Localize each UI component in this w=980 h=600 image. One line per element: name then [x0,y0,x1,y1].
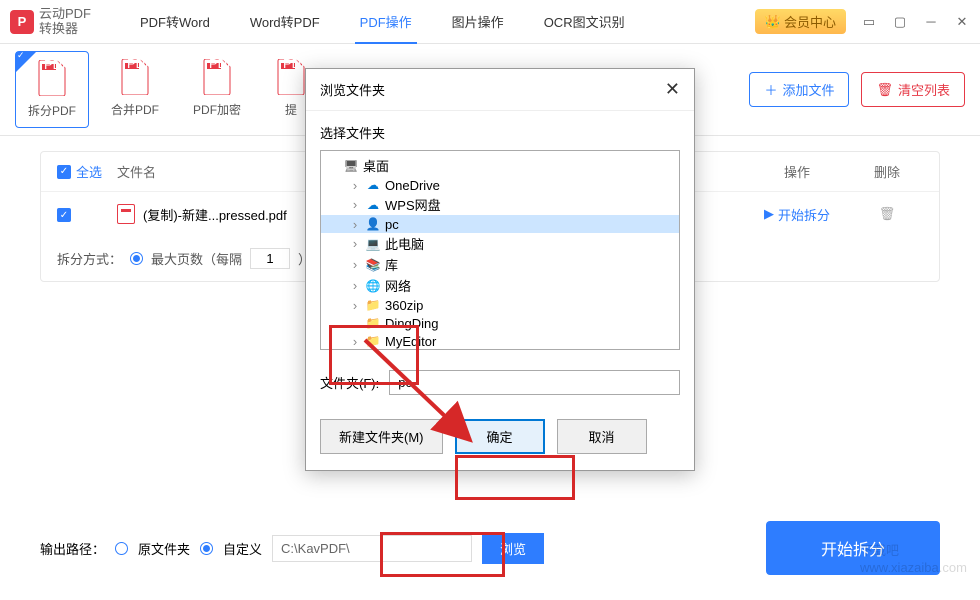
folder-icon: 👤 [365,216,381,232]
logo-icon: P [10,10,34,34]
folder-icon: ☁ [365,197,381,213]
main-nav: PDF转Word Word转PDF PDF操作图片操作 OCR图文识别 [135,0,755,43]
plus-icon: ＋ [764,80,777,99]
expand-icon[interactable]: › [349,278,361,293]
vip-badge[interactable]: 👑会员中心 [755,9,846,34]
col-delete: 删除 [857,162,917,181]
clear-list-button[interactable]: 🗑清空列表 [861,72,965,107]
dialog-close-icon[interactable]: ✕ [665,79,680,100]
cancel-button[interactable]: 取消 [557,419,647,454]
expand-icon[interactable]: › [349,334,361,349]
minimize-icon[interactable]: ─ [923,14,939,30]
nav-tab[interactable]: OCR图文识别 [539,0,630,43]
expand-icon[interactable]: › [349,197,361,212]
svg-text:PDF: PDF [209,59,232,71]
tree-item[interactable]: ›📁MyEditor [321,332,679,350]
titlebar: P 云动PDF转换器 PDF转Word Word转PDF PDF操作图片操作 OCR图… [0,0,980,44]
tool-button[interactable]: PDF合并PDF [99,51,171,128]
folder-name-input[interactable] [389,370,680,395]
folder-icon: ☁ [365,177,381,193]
folder-icon: 🖥 [343,158,359,174]
tool-button[interactable]: PDFPDF加密 [181,51,253,128]
trash-icon: 🗑 [876,82,893,98]
folder-icon: 📁 [365,315,381,331]
col-action: 操作 [737,162,857,181]
nav-tab[interactable]: PDF转Word [135,0,215,43]
dialog-title: 浏览文件夹 [320,80,385,99]
app-logo: P 云动PDF转换器 [10,7,110,36]
output-custom-radio[interactable] [200,542,213,555]
expand-icon[interactable]: › [349,257,361,272]
display-icon[interactable]: ▭ [861,14,877,30]
tree-item[interactable]: ›📁360zip [321,296,679,314]
tree-item[interactable]: ›☁OneDrive [321,176,679,194]
chat-icon[interactable]: ▢ [892,14,908,30]
tree-item[interactable]: ›☁WPS网盘 [321,194,679,215]
nav-tab[interactable]: PDF操作 [355,0,417,43]
browse-button[interactable]: 浏览 [482,533,544,564]
tree-item[interactable]: ›👤pc [321,215,679,233]
nav-tab[interactable]: 图片操作 [447,0,509,43]
tree-item[interactable]: ›💻此电脑 [321,233,679,254]
output-src-radio[interactable] [115,542,128,555]
folder-icon: 📁 [365,333,381,349]
pdf-icon: PDF [119,59,151,95]
svg-text:PDF: PDF [127,59,150,71]
delete-row-button[interactable]: 🗑 [857,206,917,222]
tree-item[interactable]: 📁DingDing [321,314,679,332]
bottom-bar: 输出路径： 原文件夹 自定义 浏览 开始拆分 [40,521,940,575]
folder-tree[interactable]: 🖥桌面›☁OneDrive›☁WPS网盘›👤pc›💻此电脑›📚库›🌐网络›📁36… [320,150,680,350]
expand-icon[interactable]: › [349,178,361,193]
output-path-input[interactable] [272,535,472,562]
folder-icon: 🌐 [365,278,381,294]
new-folder-button[interactable]: 新建文件夹(M) [320,419,443,454]
pdf-icon: PDF [36,60,68,96]
ok-button[interactable]: 确定 [455,419,545,454]
expand-icon[interactable]: › [349,298,361,313]
close-icon[interactable]: ✕ [954,14,970,30]
add-file-button[interactable]: ＋添加文件 [749,72,849,107]
browse-folder-dialog: 浏览文件夹 ✕ 选择文件夹 🖥桌面›☁OneDrive›☁WPS网盘›👤pc›💻… [305,68,695,471]
page-count-input[interactable] [250,248,290,269]
expand-icon[interactable]: › [349,236,361,251]
expand-icon[interactable]: › [349,217,361,232]
pdf-icon: PDF [275,59,307,95]
start-split-button[interactable]: 开始拆分 [766,521,940,575]
folder-icon: 📁 [365,297,381,313]
svg-text:PDF: PDF [283,59,306,71]
dialog-subtitle: 选择文件夹 [320,123,680,142]
folder-label: 文件夹(F): [320,373,379,392]
svg-text:PDF: PDF [44,60,67,72]
folder-icon: 📚 [365,257,381,273]
tree-item[interactable]: ›🌐网络 [321,275,679,296]
pdf-icon [117,204,135,224]
nav-tab[interactable]: Word转PDF [245,0,325,43]
select-all-checkbox[interactable]: ✓ [57,165,71,179]
tree-item[interactable]: 🖥桌面 [321,155,679,176]
play-icon: ▶ [764,206,774,222]
start-split-row-button[interactable]: ▶开始拆分 [737,205,857,224]
split-mode-radio[interactable] [130,252,143,265]
row-checkbox[interactable]: ✓ [57,208,71,222]
folder-icon: 💻 [365,236,381,252]
pdf-icon: PDF [201,59,233,95]
tree-item[interactable]: ›📚库 [321,254,679,275]
tool-button[interactable]: PDF拆分PDF [15,51,89,128]
